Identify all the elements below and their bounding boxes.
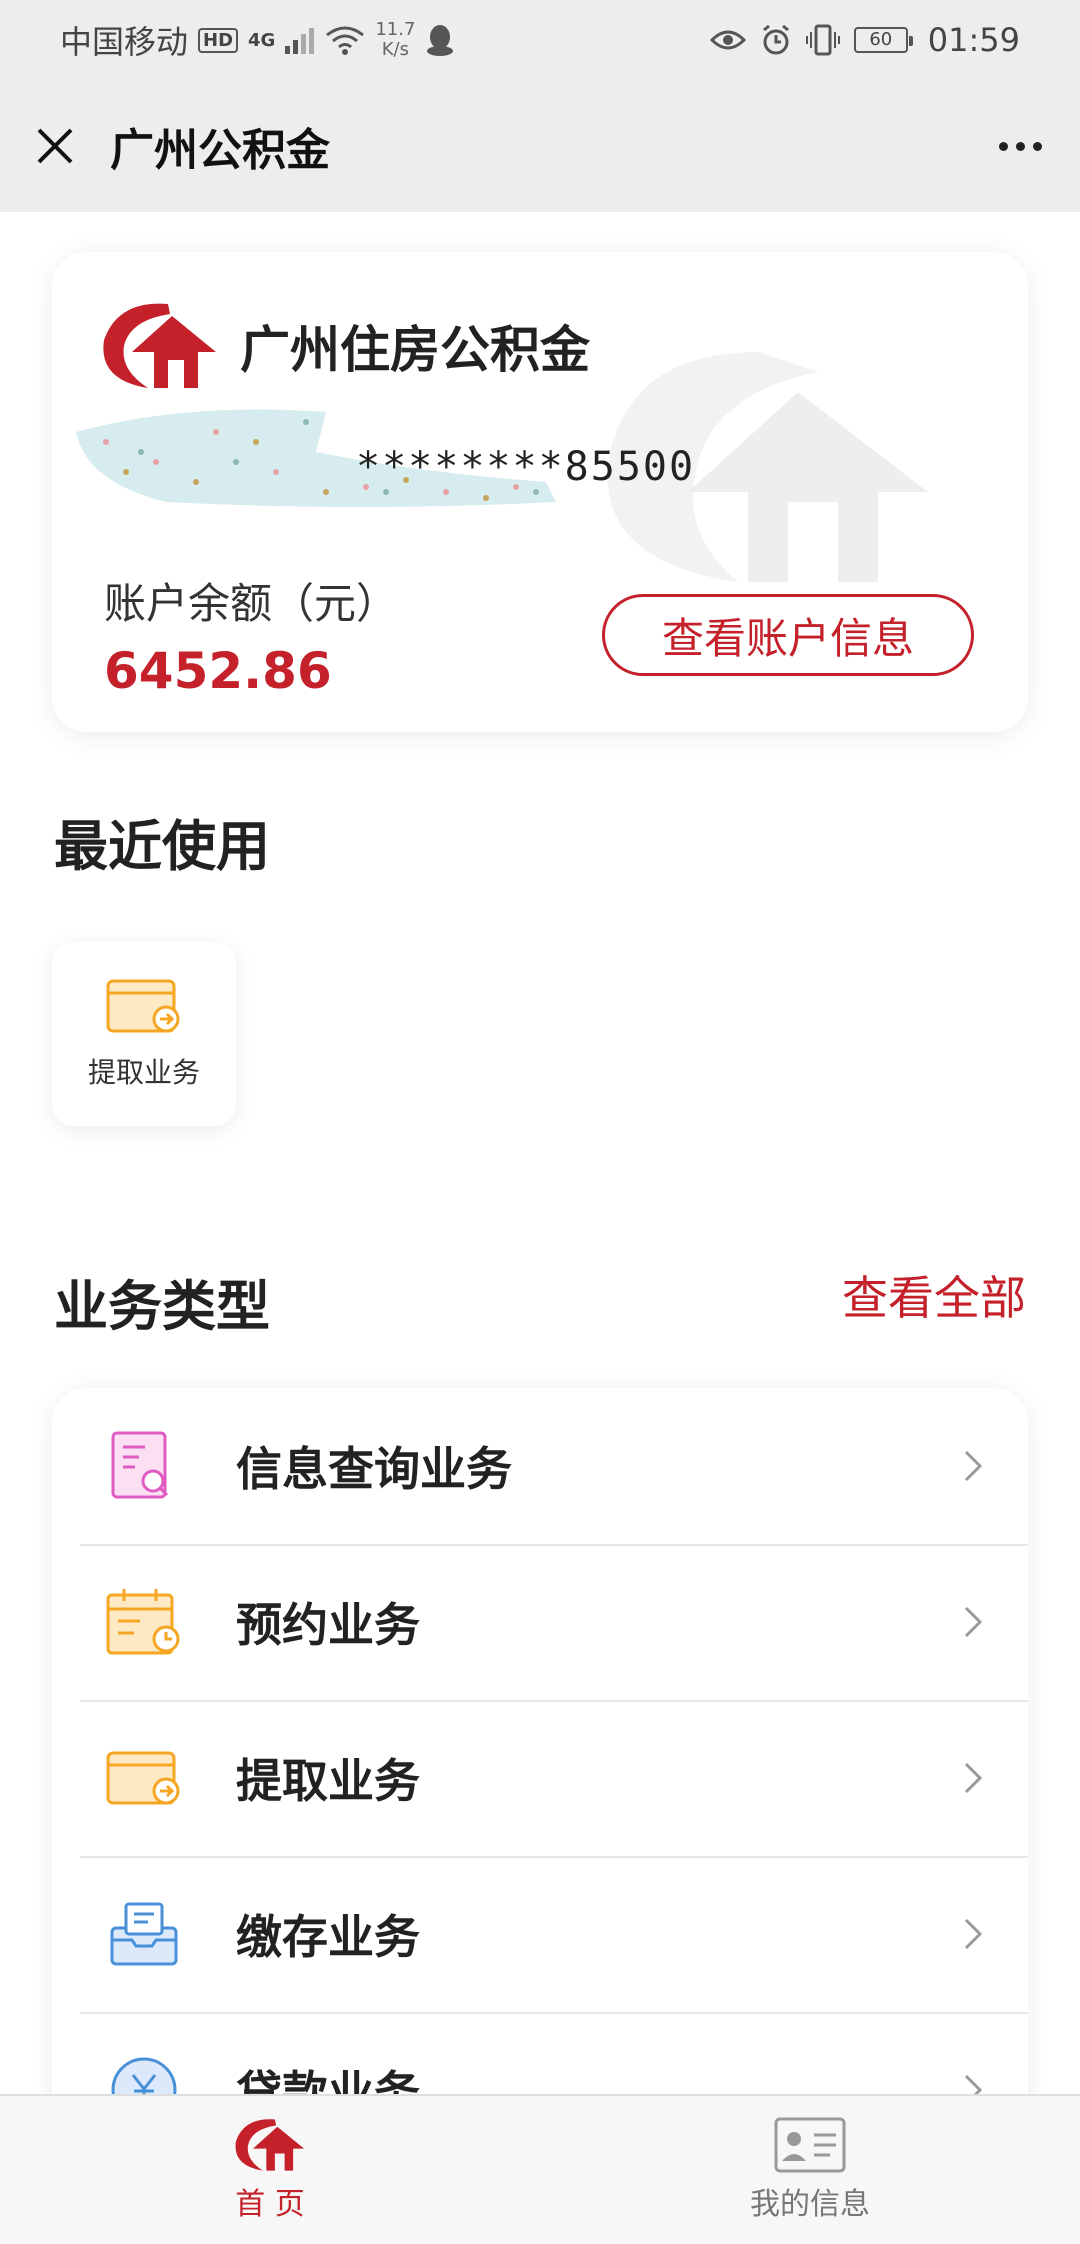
chevron-right-icon [964,2074,983,2094]
signal-icon [285,28,315,54]
more-menu-button[interactable] [960,80,1080,212]
brand-name: 广州住房公积金 [240,321,590,379]
business-item-withdraw[interactable]: 提取业务 [52,1700,1028,1856]
account-number: ********85500 [356,444,696,490]
loan-icon [111,2057,177,2094]
business-item-info-query[interactable]: 信息查询业务 [52,1388,1028,1544]
business-item-label: 预约业务 [236,1598,420,1652]
account-card: 广州住房公积金 ********85500 账户余额（元） 6452.86 查看… [52,252,1028,732]
chevron-right-icon [964,1762,983,1794]
recent-section-title: 最近使用 [54,815,270,878]
chevron-right-icon [964,1450,983,1482]
page-title: 广州公积金 [110,125,330,176]
view-all-link[interactable]: 查看全部 [842,1262,1026,1328]
alarm-icon [762,24,789,55]
deposit-icon [110,1902,178,1966]
business-section-title: 业务类型 [54,1275,270,1338]
vibrate-icon [805,24,840,56]
home-logo-icon [235,2119,305,2171]
view-account-button[interactable]: 查看账户信息 [602,594,974,676]
business-item-deposit[interactable]: 缴存业务 [52,1856,1028,2012]
close-icon [37,128,73,164]
business-item-appointment[interactable]: 预约业务 [52,1544,1028,1700]
tab-home[interactable]: 首 页 [0,2096,540,2244]
network-label: 4G [248,29,276,51]
more-dot-icon [998,141,1008,151]
status-bar: 中国移动 HD 4G 11.7 K/s 60 01:59 [0,0,1080,80]
hd-badge: HD [198,27,239,53]
business-list: 信息查询业务 预约业务 提取业务 缴存业务 贷款业务 [52,1388,1028,2094]
housing-fund-logo-icon [103,303,216,388]
account-number-masked: ********85500 [66,392,766,512]
chevron-right-icon [964,1606,983,1638]
network-speed: 11.7 K/s [375,19,416,60]
business-item-label: 缴存业务 [236,1910,420,1964]
main-content[interactable]: 广州住房公积金 ********85500 账户余额（元） 6452.86 查看… [0,212,1080,2094]
brand-row: 广州住房公积金 [98,300,590,392]
tab-label: 我的信息 [750,2187,870,2222]
business-item-label: 信息查询业务 [236,1442,512,1496]
close-button[interactable] [0,80,110,212]
withdraw-icon [106,1751,180,1805]
balance-value: 6452.86 [104,642,332,700]
battery-indicator: 60 [853,27,913,53]
eye-icon [709,30,746,50]
id-card-icon [774,2117,846,2173]
nav-bar: 广州公积金 [0,80,1080,212]
business-item-label: 提取业务 [236,1754,420,1808]
clock: 01:59 [927,21,1020,59]
chevron-right-icon [964,1918,983,1950]
balance-label: 账户余额（元） [104,579,399,628]
wifi-icon [326,26,365,55]
withdraw-icon [106,979,180,1033]
tab-label: 首 页 [235,2187,305,2222]
appointment-icon [106,1589,180,1655]
recent-item-withdraw[interactable]: 提取业务 [52,942,236,1126]
bottom-tab-bar: 首 页 我的信息 [0,2094,1080,2244]
recent-item-label: 提取业务 [87,1056,200,1089]
info-query-icon [111,1431,169,1499]
business-item-label: 贷款业务 [236,2066,420,2094]
qq-icon [427,25,454,56]
carrier-name: 中国移动 [60,23,189,61]
tab-my-info[interactable]: 我的信息 [540,2096,1080,2244]
business-item-loan[interactable]: 贷款业务 [52,2012,1028,2094]
more-dot-icon [1015,141,1025,151]
more-dot-icon [1032,141,1042,151]
